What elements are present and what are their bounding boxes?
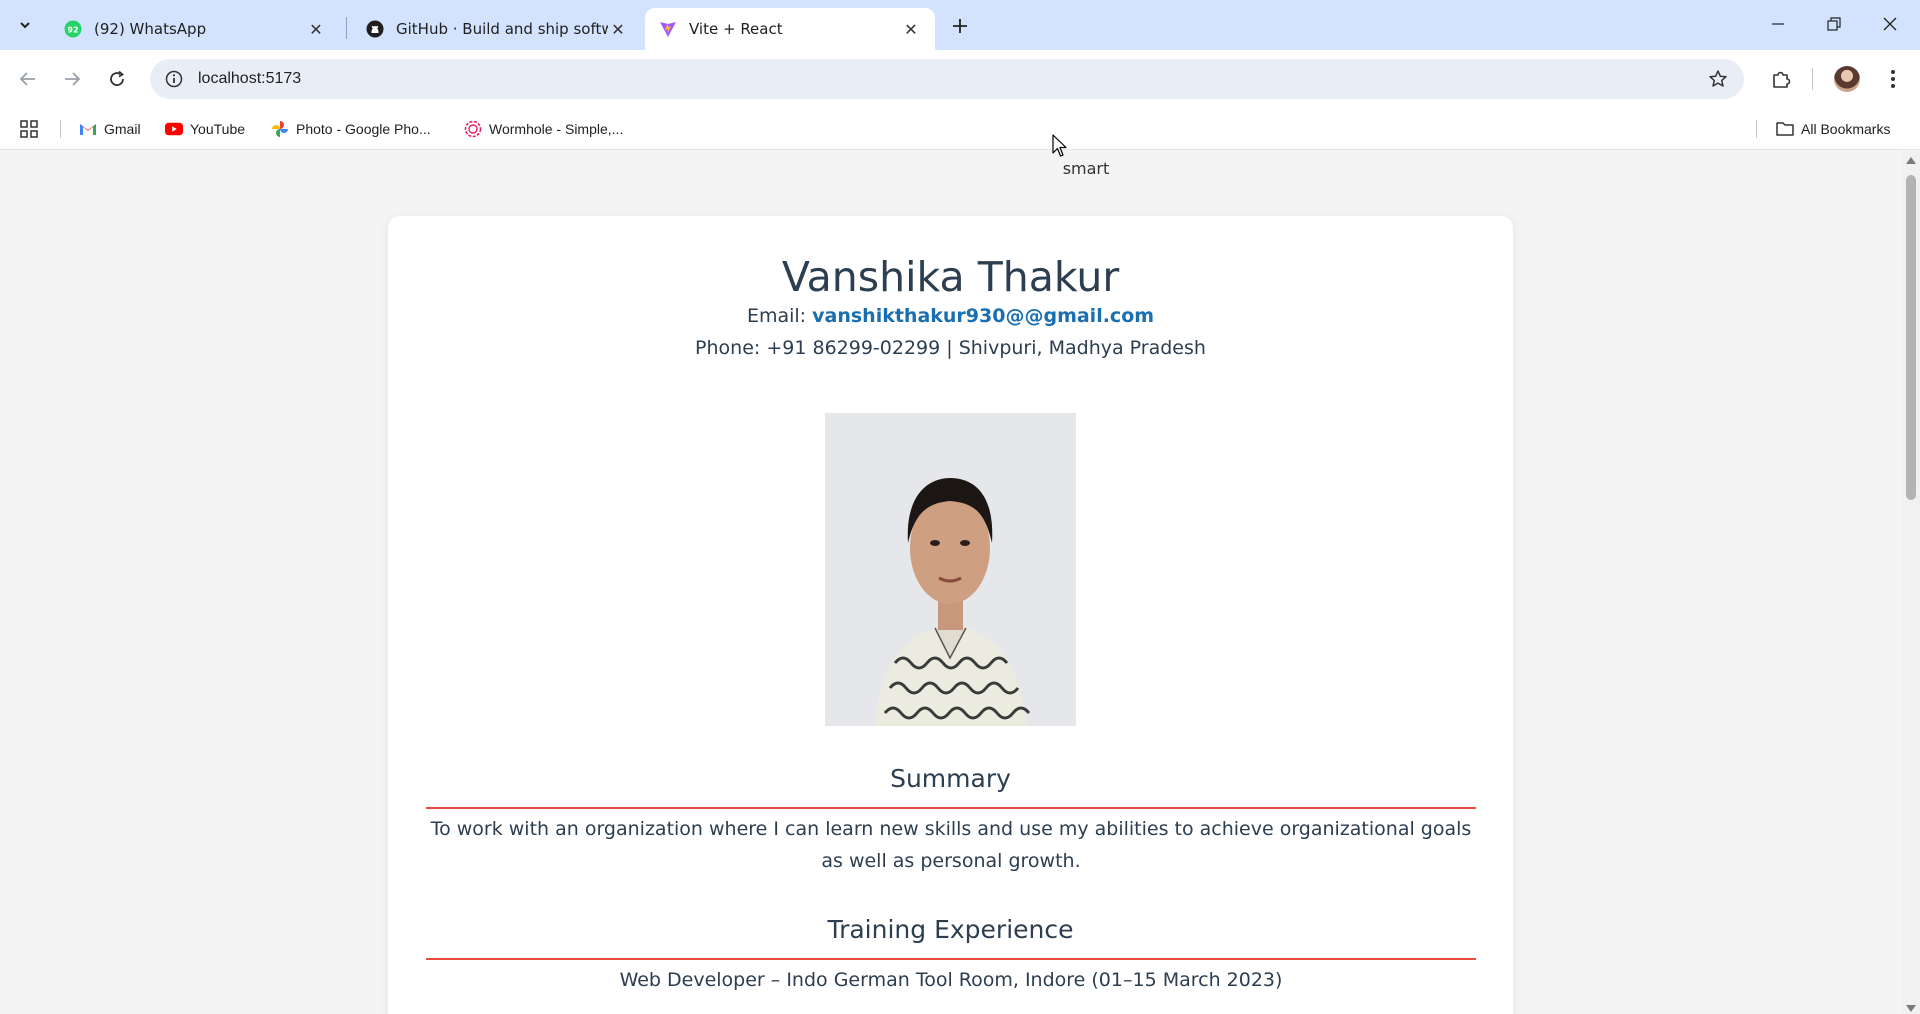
tab-github[interactable]: GitHub · Build and ship software ✕ [352, 8, 642, 50]
section-divider [426, 958, 1476, 960]
menu-icon[interactable] [1880, 66, 1906, 92]
all-bookmarks-label: All Bookmarks [1801, 121, 1891, 137]
browser-toolbar: localhost:5173 [0, 50, 1920, 108]
bookmarks-bar: Gmail YouTube Photo - Google Pho... Worm… [0, 108, 1920, 150]
scrollbar-thumb[interactable] [1906, 175, 1916, 500]
back-arrow-icon [19, 72, 35, 86]
top-text: smart [1062, 159, 1110, 178]
tab-title: Vite + React [689, 20, 783, 38]
bookmark-wormhole[interactable]: Wormhole - Simple,... [464, 118, 623, 140]
email-link[interactable]: vanshikthakur930@@gmail.com [812, 305, 1154, 327]
page-viewport: smart Vanshika Thakur Email: vanshikthak… [0, 151, 1902, 1014]
close-window-button[interactable] [1862, 0, 1918, 48]
summary-text: To work with an organization where I can… [430, 818, 1472, 872]
resume-card: Vanshika Thakur Email: vanshikthakur930@… [388, 216, 1513, 1014]
wormhole-icon [464, 120, 482, 138]
gmail-icon [79, 120, 97, 138]
minimize-icon [1772, 23, 1784, 25]
bookmark-label: Wormhole - Simple,... [489, 121, 624, 137]
forward-button[interactable] [55, 62, 89, 96]
toolbar-divider [1812, 68, 1813, 90]
bookmarks-divider [60, 120, 61, 138]
tab-search-button[interactable] [10, 10, 40, 40]
github-icon [366, 20, 384, 38]
phone-line: Phone: +91 86299-02299 | Shivpuri, Madhy… [695, 337, 1206, 359]
chevron-down-icon [20, 22, 30, 29]
profile-avatar[interactable] [1834, 66, 1860, 92]
address-bar[interactable]: localhost:5173 [150, 59, 1744, 99]
tab-strip: 92 (92) WhatsApp ✕ GitHub · Build and sh… [0, 0, 1920, 50]
mouse-cursor-icon [1052, 134, 1067, 157]
bookmarks-divider [1756, 120, 1757, 138]
close-icon[interactable]: ✕ [901, 19, 921, 39]
youtube-icon [165, 120, 183, 138]
plus-icon [953, 19, 967, 33]
bookmark-gmail[interactable]: Gmail [79, 118, 141, 140]
scroll-up-icon[interactable] [1906, 157, 1916, 164]
close-icon[interactable]: ✕ [608, 19, 628, 39]
email-line: Email: vanshikthakur930@@gmail.com [388, 305, 1513, 327]
summary-title: Summary [890, 764, 1011, 793]
folder-icon [1776, 120, 1794, 138]
resume-name: Vanshika Thakur [781, 253, 1120, 301]
all-bookmarks-button[interactable]: All Bookmarks [1776, 118, 1890, 140]
apps-grid-icon [20, 120, 38, 138]
restore-icon [1827, 17, 1841, 31]
bookmark-label: Photo - Google Pho... [296, 121, 431, 137]
restore-button[interactable] [1806, 0, 1862, 48]
svg-text:92: 92 [67, 26, 78, 35]
training-item: Web Developer – Indo German Tool Room, I… [619, 969, 1283, 991]
section-divider [426, 807, 1476, 809]
vite-icon [659, 20, 677, 38]
forward-arrow-icon [65, 72, 81, 86]
new-tab-button[interactable] [946, 12, 974, 40]
tab-title: GitHub · Build and ship software [396, 20, 608, 38]
close-icon[interactable]: ✕ [306, 19, 326, 39]
whatsapp-icon: 92 [64, 20, 82, 38]
email-label: Email: [746, 305, 807, 327]
close-icon [1883, 17, 1897, 31]
bookmark-label: Gmail [104, 121, 141, 137]
profile-photo [825, 413, 1076, 726]
back-button[interactable] [11, 62, 45, 96]
google-photos-icon [271, 120, 289, 138]
page-scrollbar[interactable] [1902, 151, 1920, 1014]
apps-button[interactable] [20, 118, 38, 140]
reload-button[interactable] [100, 62, 134, 96]
bookmark-google-photos[interactable]: Photo - Google Pho... [271, 118, 431, 140]
bookmark-label: YouTube [190, 121, 246, 137]
scroll-down-icon[interactable] [1906, 1005, 1916, 1012]
address-text: localhost:5173 [198, 70, 302, 87]
tab-whatsapp[interactable]: 92 (92) WhatsApp ✕ [50, 8, 340, 50]
bookmark-star-icon[interactable] [1708, 69, 1728, 89]
reload-icon [110, 70, 125, 86]
site-info-icon[interactable] [164, 69, 184, 89]
bookmark-youtube[interactable]: YouTube [165, 118, 245, 140]
tab-title: (92) WhatsApp [94, 20, 207, 38]
tab-vite-react[interactable]: Vite + React ✕ [645, 8, 935, 50]
tab-divider [346, 17, 347, 39]
training-title: Training Experience [827, 915, 1074, 944]
minimize-button[interactable] [1750, 0, 1806, 48]
extensions-icon[interactable] [1768, 66, 1794, 92]
